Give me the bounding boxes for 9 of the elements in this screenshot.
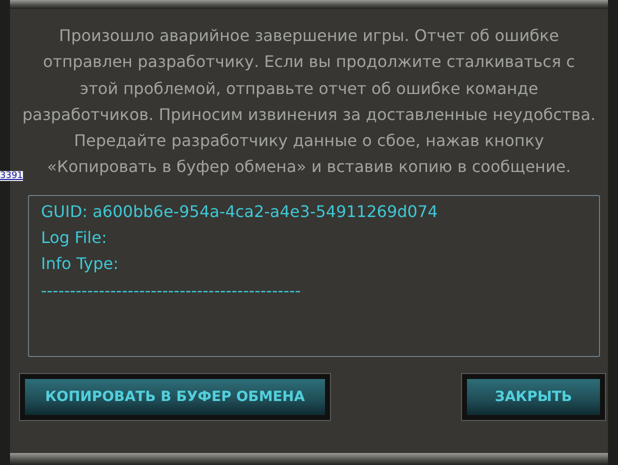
close-button[interactable]: ЗАКРЫТЬ [462, 374, 605, 420]
log-line: GUID: a600bb6e-954a-4ca2-a4e3-54911269d074 [41, 200, 439, 223]
log-line: Log File: [41, 227, 108, 250]
log-line: --------------------------------------------- [41, 280, 302, 302]
log-text-area[interactable]: GUID: a600bb6e-954a-4ca2-a4e3-54911269d074 Log File: Info Type: --------------------------------------------- [28, 194, 600, 357]
log-line: Info Type: [41, 253, 120, 276]
side-link[interactable]: 3391 [0, 171, 23, 181]
copy-button[interactable]: КОПИРОВАТЬ В БУФЕР ОБМЕНА [20, 374, 330, 420]
error-message: Произошло аварийное завершение игры. Отчет об ошибке отправлен разработчику. Если вы продолжите сталкиваться с этой проблемой, отправьте отчет об ошибке команде разработчиков. Приносим извинения за доставленные неудобства. Передайте разработчику данные о сбое, нажав кнопку «Копировать в буфер обмена» и вставив копию в сообщение. [22, 25, 596, 178]
